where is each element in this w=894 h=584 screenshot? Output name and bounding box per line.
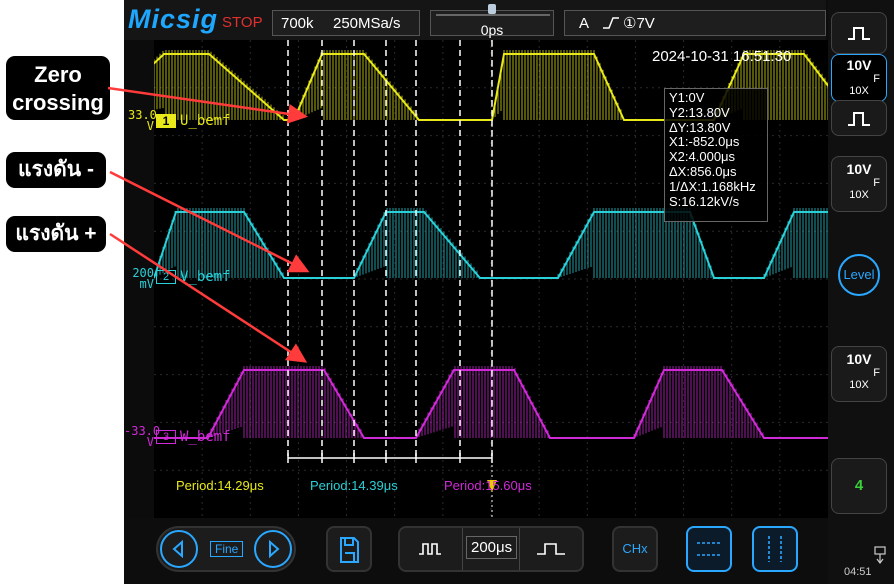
readout-dx: ΔX:856.0μs [669, 163, 737, 179]
trigger-position-value: 0ps [480, 22, 504, 38]
channel-count: 4 [854, 477, 864, 494]
measurement-period-ch3: Period:15.60μs [444, 478, 532, 493]
ch2-probe: 10X [849, 189, 869, 201]
measurement-period-ch1: Period:14.29μs [176, 478, 264, 493]
ch2-marker[interactable]: 2 [156, 270, 176, 284]
readout-x1: X1:-852.0μs [669, 134, 740, 150]
memory-depth: 700k [281, 15, 314, 32]
ch3-marker-id: 3 [162, 431, 170, 443]
readout-x2: X2:4.000μs [669, 149, 736, 165]
run-stop-status[interactable]: STOP [222, 14, 263, 31]
readout-dy: ΔY:13.80V [669, 119, 731, 135]
trigger-settings-box[interactable]: A ①7V [564, 10, 826, 36]
timebase-decrease-icon[interactable] [400, 528, 463, 570]
readout-freq: 1/ΔX:1.168kHz [669, 178, 756, 194]
level-label: Level [843, 267, 875, 282]
ch1-coupling: F [873, 73, 880, 85]
readout-slope: S:16.12kV/s [669, 193, 740, 209]
fine-control[interactable]: Fine [156, 526, 296, 572]
ch1-probe: 10X [849, 85, 869, 97]
ch3-scale-bottom: V [146, 435, 154, 449]
clock: 04:51 [844, 566, 872, 578]
ch1-scale-label: 33.0 V [128, 109, 157, 133]
ch2-name: V_bemf [180, 269, 231, 285]
trigger-mode: A [579, 15, 590, 32]
readout-y2: Y2:13.80V [669, 104, 730, 120]
trigger-position-marker [488, 4, 496, 14]
ch3-name: W_bemf [180, 429, 231, 445]
ch2-volts: 10V [846, 161, 872, 177]
timebase-increase-icon[interactable] [519, 528, 582, 570]
chevron-left-icon[interactable] [160, 530, 198, 568]
brand-logo: Micsig [128, 4, 219, 34]
ch3-marker[interactable]: 3 [156, 430, 176, 444]
ch1-scale-bottom: V [146, 119, 154, 133]
chevron-right-icon[interactable] [254, 530, 292, 568]
save-button[interactable] [326, 526, 372, 572]
trigger-source: ①7V [623, 15, 655, 32]
ch1-invert-button[interactable] [831, 100, 887, 136]
rising-edge-icon [601, 13, 621, 42]
cursor-readout: Y1:0V Y2:13.80V ΔY:13.80V X1:-852.0μs X2… [664, 88, 768, 222]
pulse-icon [848, 112, 870, 126]
annotation-voltage-minus: แรงดัน - [6, 152, 106, 188]
level-button[interactable]: Level [838, 254, 880, 296]
vertical-cursor-button[interactable] [752, 526, 798, 572]
ch1-marker[interactable]: 1 [156, 114, 176, 128]
ch2-coupling: F [873, 177, 880, 189]
horizontal-cursor-button[interactable] [686, 526, 732, 572]
annotation-zero-crossing: Zero crossing [6, 56, 110, 120]
chx-button[interactable]: CHx [612, 526, 658, 572]
pulse-icon [848, 27, 870, 40]
ch1-volts: 10V [846, 57, 872, 73]
ch2-scale-bottom: mV [139, 277, 154, 291]
readout-y1: Y1:0V [669, 90, 705, 105]
ch3-volts: 10V [846, 351, 872, 367]
sample-rate: 250MSa/s [333, 15, 401, 32]
ch3-trace [154, 366, 828, 439]
usb-icon [872, 546, 888, 569]
timebase-value: 200μs [466, 536, 518, 559]
timebase-control[interactable]: 200μs [398, 526, 584, 572]
save-icon [340, 537, 359, 563]
ch3-probe: 10X [849, 379, 869, 391]
ch2-volts-button[interactable]: 10V F 10X [831, 156, 887, 212]
timestamp: 2024-10-31 16:51:30 [652, 48, 792, 65]
horizontal-cursors-icon [697, 542, 721, 556]
ch1-setting-button[interactable] [831, 12, 887, 54]
ch3-scale-label: -33.0 V [124, 425, 160, 449]
fine-label: Fine [210, 541, 244, 557]
acquisition-box[interactable]: 700k 250MSa/s [272, 10, 420, 36]
ch1-volts-button[interactable]: 10V F 10X [831, 54, 887, 102]
ch3-volts-button[interactable]: 10V F 10X [831, 346, 887, 402]
annotation-voltage-plus: แรงดัน + [6, 216, 106, 252]
ch2-marker-id: 2 [162, 271, 170, 283]
ch1-marker-id: 1 [162, 114, 170, 128]
vertical-cursors-icon [768, 536, 782, 562]
ch1-name: U_bemf [180, 113, 231, 129]
ch2-scale-label: 200 mV [128, 267, 154, 291]
chx-label: CHx [622, 541, 648, 556]
ch3-coupling: F [873, 367, 880, 379]
measurement-period-ch2: Period:14.39μs [310, 478, 398, 493]
trigger-position-track [436, 14, 550, 16]
channel-count-button[interactable]: 4 [831, 458, 887, 514]
